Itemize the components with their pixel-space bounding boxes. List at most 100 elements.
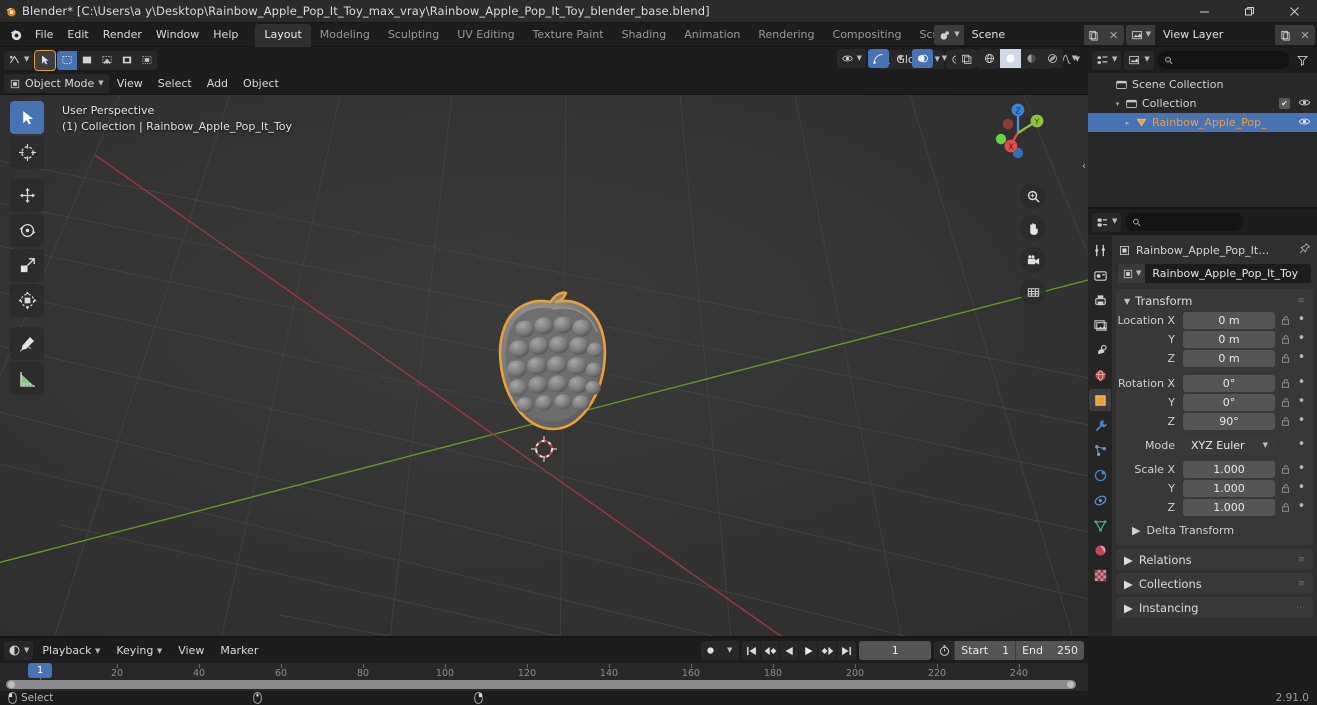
- scale-tool[interactable]: [10, 249, 44, 282]
- timeline-menu-keying[interactable]: Keying ▼: [109, 642, 169, 659]
- location-y-lock-icon[interactable]: [1279, 334, 1292, 345]
- properties-tab-scene[interactable]: [1089, 339, 1111, 361]
- timeline-editor-type-selector[interactable]: ▼: [4, 641, 34, 660]
- menu-render[interactable]: Render: [96, 25, 149, 44]
- properties-tab-texture[interactable]: [1089, 564, 1111, 586]
- blender-menu-icon[interactable]: [4, 24, 28, 46]
- shading-material-preview-button[interactable]: [1021, 49, 1042, 68]
- relations-panel[interactable]: ▶ Relations ≡: [1116, 549, 1313, 570]
- scale-y-lock-icon[interactable]: [1279, 483, 1292, 494]
- delete-scene-button[interactable]: ✕: [1103, 25, 1124, 45]
- properties-tab-physics[interactable]: [1089, 464, 1111, 486]
- tab-compositing[interactable]: Compositing: [824, 24, 911, 47]
- tab-animation[interactable]: Animation: [675, 24, 749, 47]
- collection-eye-icon[interactable]: [1298, 97, 1311, 111]
- properties-tab-world[interactable]: [1089, 364, 1111, 386]
- jump-to-next-keyframe-button[interactable]: [818, 641, 838, 660]
- rotation-mode-select[interactable]: XYZ Euler ▼: [1183, 436, 1275, 454]
- outliner-row-collection[interactable]: ▾ Collection ✔: [1088, 94, 1317, 113]
- maximize-button[interactable]: [1227, 0, 1272, 23]
- timeline-ruler[interactable]: 20 40 60 80 100 120 140 160 180 200 220 …: [0, 663, 1088, 680]
- select-subtract-button[interactable]: [97, 50, 118, 70]
- tab-shading[interactable]: Shading: [613, 24, 676, 47]
- transform-expand-icon[interactable]: ▼: [1124, 297, 1130, 306]
- scene-name[interactable]: Scene: [963, 25, 1084, 45]
- instancing-panel[interactable]: ▶ Instancing ⋯: [1116, 597, 1313, 618]
- rotation-y-field[interactable]: 0°: [1183, 393, 1275, 411]
- properties-search-input[interactable]: [1145, 216, 1237, 228]
- delta-transform-expand-icon[interactable]: ▶: [1132, 524, 1140, 537]
- menu-window[interactable]: Window: [149, 25, 206, 44]
- scale-x-field[interactable]: 1.000: [1183, 460, 1275, 478]
- viewport-menu-object[interactable]: Object: [236, 75, 286, 92]
- rotation-x-field[interactable]: 0°: [1183, 374, 1275, 392]
- shading-rendered-button[interactable]: [1042, 49, 1063, 68]
- object-visibility-selector[interactable]: ▼: [836, 49, 866, 68]
- object-name-value[interactable]: Rainbow_Apple_Pop_It_Toy: [1145, 264, 1311, 283]
- tab-layout[interactable]: Layout: [255, 23, 311, 47]
- measure-tool[interactable]: [10, 362, 44, 395]
- current-frame-field[interactable]: 1: [859, 641, 932, 660]
- viewport-menu-add[interactable]: Add: [200, 75, 235, 92]
- viewport-menu-view[interactable]: View: [110, 75, 150, 92]
- rotation-z-lock-icon[interactable]: [1279, 416, 1292, 427]
- zoom-icon[interactable]: [1020, 183, 1046, 209]
- collection-checkbox[interactable]: ✔: [1279, 98, 1290, 109]
- record-icon[interactable]: [701, 641, 721, 660]
- rotation-z-field[interactable]: 90°: [1183, 412, 1275, 430]
- gizmo-options-dropdown[interactable]: ▼: [891, 49, 910, 68]
- collection-expand-icon[interactable]: ▾: [1112, 100, 1123, 108]
- collections-expand-icon[interactable]: ▶: [1124, 577, 1133, 591]
- move-tool[interactable]: [10, 179, 44, 212]
- annotate-tool[interactable]: [10, 327, 44, 360]
- select-intersect-button[interactable]: [137, 50, 158, 70]
- select-extend-button[interactable]: [77, 50, 98, 70]
- properties-tab-object[interactable]: [1089, 389, 1111, 411]
- outliner-display-mode-selector[interactable]: ▼: [1124, 50, 1154, 70]
- select-invert-button[interactable]: [117, 50, 138, 70]
- location-x-lock-icon[interactable]: [1279, 315, 1292, 326]
- properties-tab-tool[interactable]: [1089, 239, 1111, 261]
- rotation-y-lock-icon[interactable]: [1279, 397, 1292, 408]
- object-expand-icon[interactable]: ▸: [1122, 119, 1133, 127]
- timeline-menu-marker[interactable]: Marker: [213, 642, 265, 659]
- outliner-row-scene-collection[interactable]: Scene Collection: [1088, 75, 1317, 94]
- minimize-button[interactable]: [1182, 0, 1227, 23]
- pan-hand-icon[interactable]: [1020, 215, 1046, 241]
- object-mode-selector[interactable]: Object Mode ▼: [4, 74, 109, 93]
- rotate-tool[interactable]: [10, 214, 44, 247]
- scene-icon[interactable]: ▼: [934, 25, 964, 45]
- timeline-menu-playback[interactable]: Playback ▼: [35, 642, 107, 659]
- scale-z-field[interactable]: 1.000: [1183, 498, 1275, 516]
- view-layer-name[interactable]: View Layer: [1155, 25, 1275, 45]
- overlay-options-dropdown[interactable]: ▼: [935, 49, 954, 68]
- scrollbar-left-handle[interactable]: [8, 681, 15, 688]
- menu-help[interactable]: Help: [206, 25, 245, 44]
- editor-type-selector[interactable]: ▼: [4, 50, 34, 70]
- filter-icon[interactable]: [1292, 51, 1313, 70]
- scale-y-field[interactable]: 1.000: [1183, 479, 1275, 497]
- orthographic-toggle-icon[interactable]: [1020, 279, 1046, 305]
- show-overlays-toggle[interactable]: [912, 49, 933, 68]
- instancing-expand-icon[interactable]: ▶: [1124, 601, 1133, 615]
- scene-selector[interactable]: ▼ Scene ✕: [934, 25, 1124, 45]
- start-frame-field[interactable]: Start 1: [954, 641, 1016, 660]
- properties-tab-constraints[interactable]: [1089, 489, 1111, 511]
- relations-expand-icon[interactable]: ▶: [1124, 553, 1133, 567]
- new-view-layer-button[interactable]: [1275, 25, 1295, 45]
- auto-keying-dropdown[interactable]: ▼: [720, 641, 739, 660]
- collections-panel[interactable]: ▶ Collections ≡: [1116, 573, 1313, 594]
- apple-pop-it-object[interactable]: [470, 290, 635, 440]
- transform-tool[interactable]: [10, 284, 44, 317]
- location-z-field[interactable]: 0 m: [1183, 349, 1275, 367]
- menu-edit[interactable]: Edit: [60, 25, 95, 44]
- properties-tab-output[interactable]: [1089, 289, 1111, 311]
- view-layer-selector[interactable]: ▼ View Layer ✕: [1125, 25, 1315, 45]
- delta-transform-subpanel[interactable]: ▶ Delta Transform: [1116, 521, 1313, 540]
- jump-to-start-button[interactable]: [742, 641, 762, 660]
- scale-x-lock-icon[interactable]: [1279, 464, 1292, 475]
- properties-tab-object-data[interactable]: [1089, 514, 1111, 536]
- select-box-button[interactable]: [57, 50, 78, 70]
- timeline-playhead[interactable]: 1: [28, 663, 52, 678]
- properties-tab-render[interactable]: [1089, 264, 1111, 286]
